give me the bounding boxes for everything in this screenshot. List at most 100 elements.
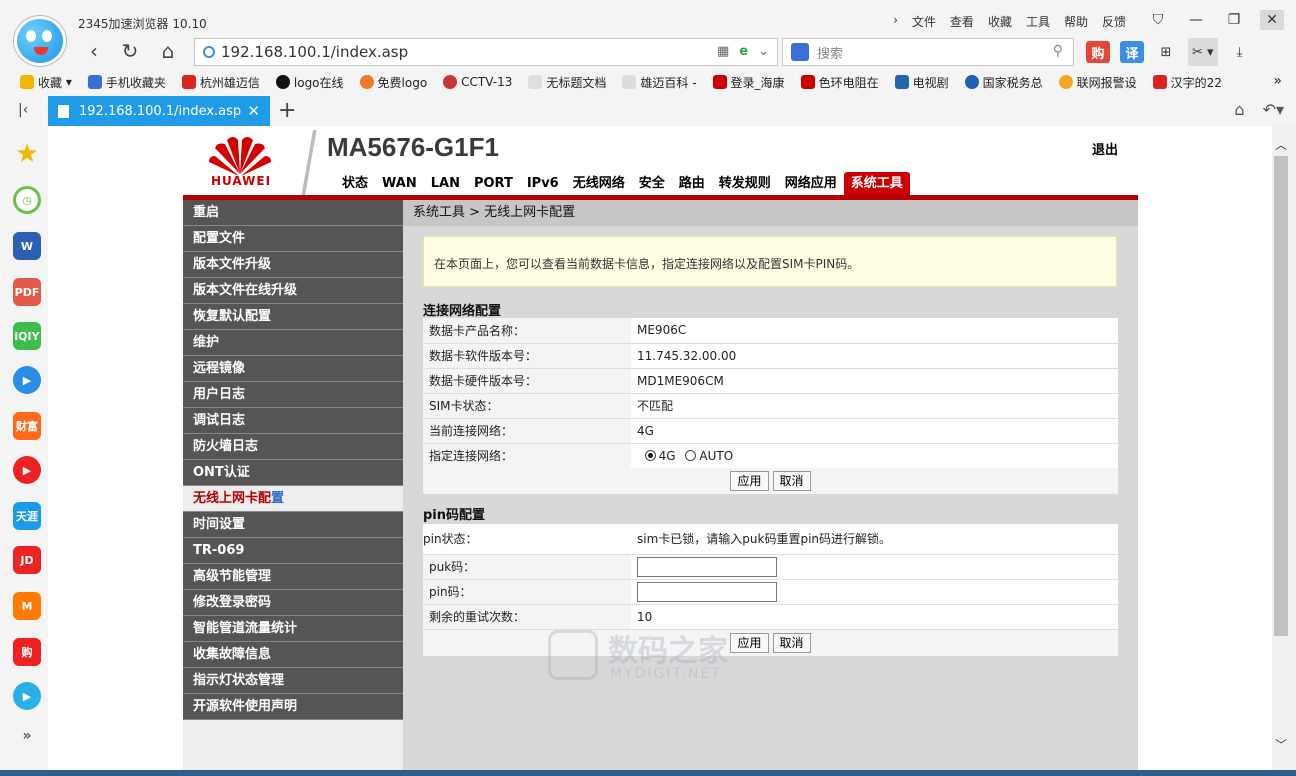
bookmark-item[interactable]: 手机收藏夹 (87, 74, 166, 91)
nav-lan[interactable]: LAN (424, 172, 467, 195)
screenshot-icon[interactable]: ✂ ▾ (1188, 38, 1218, 66)
side-nav-reboot[interactable]: 重启 (183, 200, 403, 226)
puk-input[interactable] (637, 556, 777, 577)
side-nav-power-saving[interactable]: 高级节能管理 (183, 564, 403, 590)
bookmark-item[interactable]: CCTV-13 (443, 75, 512, 89)
bookmark-item[interactable]: 免费logo (359, 74, 427, 91)
library-icon[interactable]: ⌂ (1234, 100, 1244, 119)
pin-input[interactable] (637, 581, 777, 602)
nav-forward[interactable]: 转发规则 (712, 172, 778, 195)
search-input[interactable]: 搜索 (817, 43, 843, 62)
menu-expand-icon[interactable]: › (893, 13, 898, 30)
bookmark-item[interactable]: 无标题文档 (528, 74, 606, 91)
minimize-button[interactable]: — (1184, 10, 1208, 30)
menu-tools[interactable]: 工具 (1026, 13, 1050, 30)
menu-favorites[interactable]: 收藏 (988, 13, 1012, 30)
nav-port[interactable]: PORT (467, 172, 520, 195)
home-button[interactable]: ⌂ (154, 38, 182, 64)
menu-view[interactable]: 查看 (950, 13, 974, 30)
side-nav-debug-log[interactable]: 调试日志 (183, 408, 403, 434)
menu-help[interactable]: 帮助 (1064, 13, 1088, 30)
page-scrollbar[interactable]: ︿ ﹀ (1272, 126, 1296, 770)
close-button[interactable]: ✕ (1260, 10, 1284, 30)
site-info-icon[interactable] (203, 46, 215, 58)
tab-router[interactable]: 192.168.100.1/index.asp ✕ (48, 96, 270, 126)
bookmark-item[interactable]: 雄迈百科 - (622, 74, 697, 91)
scroll-down-icon[interactable]: ﹀ (1275, 736, 1287, 753)
bookmark-favorites[interactable]: 收藏 ▾ (20, 74, 72, 91)
ie-engine-icon[interactable]: e (739, 44, 748, 59)
search-box[interactable]: 搜索 ⚲ (782, 38, 1074, 66)
mango-icon[interactable]: M (13, 592, 41, 620)
side-nav-firmware-upgrade[interactable]: 版本文件升级 (183, 252, 403, 278)
bookmarks-more-icon[interactable]: » (1273, 73, 1282, 89)
nav-security[interactable]: 安全 (632, 172, 672, 195)
tab-close-icon[interactable]: ✕ (247, 102, 260, 120)
side-nav-ont-auth[interactable]: ONT认证 (183, 460, 403, 486)
tianya-icon[interactable]: 天涯 (13, 502, 41, 530)
side-nav-remote-mirror[interactable]: 远程镜像 (183, 356, 403, 382)
cancel-button[interactable]: 取消 (772, 471, 811, 491)
back-button[interactable]: ‹ (80, 38, 108, 64)
video-icon[interactable]: ▶ (13, 366, 41, 394)
bookmark-item[interactable]: 汉字的22 (1152, 74, 1222, 91)
bookmark-item[interactable]: 联网报警设 (1058, 74, 1137, 91)
side-nav-led-management[interactable]: 指示灯状态管理 (183, 668, 403, 694)
pdf-icon[interactable]: PDF (13, 278, 41, 306)
word-icon[interactable]: W (13, 232, 41, 260)
maximize-button[interactable]: ❐ (1222, 10, 1246, 30)
nav-wan[interactable]: WAN (375, 172, 424, 195)
side-nav-traffic-stats[interactable]: 智能管道流量统计 (183, 616, 403, 642)
side-nav-wireless-card[interactable]: 无线上网卡配置 (183, 486, 403, 512)
side-nav-user-log[interactable]: 用户日志 (183, 382, 403, 408)
address-bar[interactable]: 192.168.100.1/index.asp ▦ e ⌄ (194, 38, 778, 66)
shopping-icon[interactable]: 购 (1086, 41, 1110, 63)
nav-network-app[interactable]: 网络应用 (778, 172, 844, 195)
bookmark-item[interactable]: 色环电阻在 (800, 74, 879, 91)
download-icon[interactable]: ⤓ (1228, 38, 1252, 66)
side-nav-firewall-log[interactable]: 防火墙日志 (183, 434, 403, 460)
side-nav-config-file[interactable]: 配置文件 (183, 226, 403, 252)
nav-status[interactable]: 状态 (335, 172, 375, 195)
nav-route[interactable]: 路由 (672, 172, 712, 195)
side-nav-change-password[interactable]: 修改登录密码 (183, 590, 403, 616)
iqiyi-icon[interactable]: iQIY (13, 322, 41, 350)
clock-icon[interactable]: ◷ (13, 186, 41, 214)
menu-feedback[interactable]: 反馈 (1102, 13, 1126, 30)
undo-close-icon[interactable]: ↶▾ (1263, 100, 1284, 119)
shop-icon[interactable]: 购 (13, 638, 41, 666)
search-icon[interactable]: ⚲ (1053, 43, 1063, 59)
star-icon[interactable]: ★ (13, 139, 41, 169)
bookmark-item[interactable]: 电视剧 (894, 74, 949, 91)
skin-icon[interactable]: ⛉ (1146, 10, 1170, 30)
sidebar-toggle-icon[interactable]: |‹ (18, 102, 28, 118)
new-tab-button[interactable]: + (278, 98, 296, 123)
nav-system-tools[interactable]: 系统工具 (843, 172, 910, 195)
scrollbar-thumb[interactable] (1274, 156, 1288, 636)
finance-icon[interactable]: 财富 (13, 412, 41, 440)
tencent-video-icon[interactable]: ▶ (13, 682, 41, 710)
side-nav-online-upgrade[interactable]: 版本文件在线升级 (183, 278, 403, 304)
side-nav-open-source[interactable]: 开源软件使用声明 (183, 694, 403, 720)
bookmark-item[interactable]: 国家税务总 (964, 74, 1043, 91)
side-nav-collect-fault[interactable]: 收集故障信息 (183, 642, 403, 668)
nav-ipv6[interactable]: IPv6 (520, 172, 566, 195)
logout-link[interactable]: 退出 (1092, 139, 1118, 158)
chevron-down-icon[interactable]: ⌄ (758, 44, 769, 59)
bookmark-item[interactable]: logo在线 (275, 74, 344, 91)
sidebar-more-icon[interactable]: » (13, 722, 41, 750)
radio-auto[interactable] (685, 449, 697, 461)
play-icon[interactable]: ▶ (13, 456, 41, 484)
jd-icon[interactable]: JD (13, 546, 41, 574)
side-nav-tr069[interactable]: TR-069 (183, 538, 403, 564)
pin-cancel-button[interactable]: 取消 (772, 633, 811, 653)
side-nav-maintenance[interactable]: 维护 (183, 330, 403, 356)
translate-icon[interactable]: 译 (1120, 41, 1144, 63)
apply-button[interactable]: 应用 (730, 471, 769, 491)
qr-code-icon[interactable]: ▦ (717, 44, 729, 59)
apps-icon[interactable]: ⊞ (1154, 38, 1178, 66)
nav-wireless[interactable]: 无线网络 (566, 172, 632, 195)
side-nav-factory-reset[interactable]: 恢复默认配置 (183, 304, 403, 330)
search-engine-icon[interactable] (791, 43, 809, 61)
refresh-button[interactable]: ↻ (116, 38, 144, 64)
